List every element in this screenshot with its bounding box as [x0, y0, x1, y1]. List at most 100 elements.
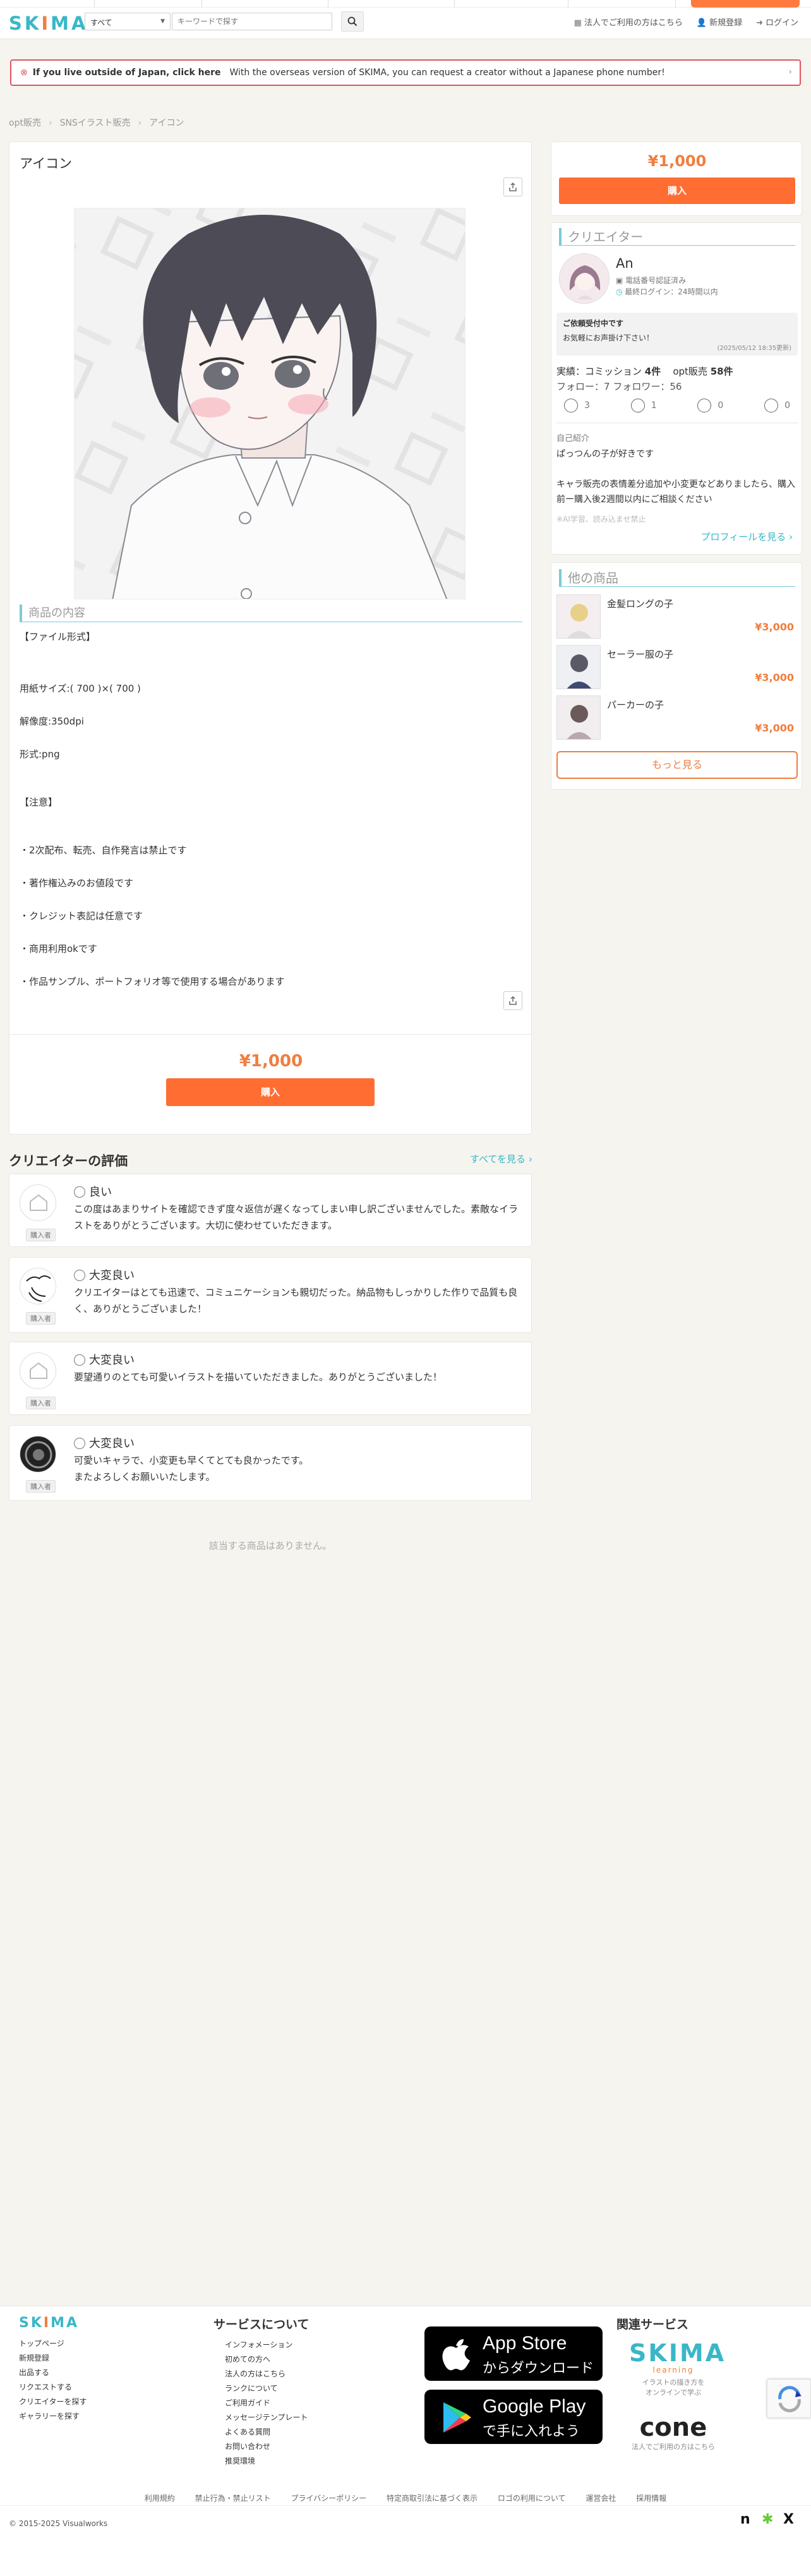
footer-link[interactable]: メッセージテンプレート	[225, 2410, 308, 2425]
footer-link[interactable]: ギャラリーを探す	[19, 2409, 87, 2424]
top-nav-tab[interactable]	[455, 0, 568, 8]
reviewer-avatar	[20, 1184, 56, 1221]
corporate-link[interactable]: ▦ 法人でご利用の方はこちら	[574, 16, 683, 28]
breadcrumb-item[interactable]: opt販売	[9, 118, 41, 128]
footer-link[interactable]: お問い合わせ	[225, 2440, 308, 2454]
category-select[interactable]: すべて ▼	[85, 13, 171, 30]
niconico-icon[interactable]: ✱	[762, 2512, 773, 2527]
other-product-item[interactable]: セーラー服の子 ¥3,000	[556, 644, 798, 689]
reviews-see-all-link[interactable]: すべてを見る ›	[470, 1152, 532, 1165]
reviewer-avatar	[20, 1436, 56, 1472]
footer-bottom-link[interactable]: 採用情報	[636, 2494, 666, 2503]
footer-link[interactable]: インフォメーション	[225, 2338, 308, 2352]
side-buy-button[interactable]: 購入	[559, 178, 795, 204]
note-icon[interactable]: n	[740, 2512, 750, 2527]
side-buy-panel: ¥1,000 購入	[551, 141, 802, 216]
review-rating: 大変良い	[74, 1351, 135, 1368]
overseas-notice-banner[interactable]: ⊗ If you live outside of Japan, click he…	[10, 59, 801, 86]
last-login: ◷ 最終ログイン：24時間以内	[616, 287, 718, 296]
footer-link[interactable]: クリエイターを探す	[19, 2395, 87, 2409]
intro-line: キャラ販売の表情差分追加や小変更などありましたら、購入前ー購入後2週間以内にご相…	[556, 479, 795, 505]
buyer-tag: 購入者	[26, 1397, 56, 1409]
footer-links-services: インフォメーション 初めての方へ 法人の方はこちら ランクについて ご利用ガイド…	[225, 2338, 308, 2469]
creator-name[interactable]: An	[616, 256, 634, 271]
breadcrumb: opt販売 › SNSイラスト販売 › アイコン	[9, 118, 184, 128]
footer-link[interactable]: ランクについて	[225, 2381, 308, 2396]
review-card: 購入者 大変良い 要望通りのとても可愛いイラストを描いていただきました。ありがと…	[9, 1342, 532, 1415]
footer-bottom-link[interactable]: ロゴの利用について	[498, 2494, 566, 2503]
reviews-title: クリエイターの評価	[9, 1153, 128, 1169]
search-button[interactable]	[341, 11, 364, 32]
product-price: ¥3,000	[755, 722, 794, 734]
product-thumbnail	[556, 594, 601, 639]
search-icon	[347, 16, 357, 27]
footer-link[interactable]: ご利用ガイド	[225, 2396, 308, 2410]
product-name[interactable]: セーラー服の子	[607, 647, 673, 661]
gplay-sublabel: で手に入れよう	[483, 2423, 580, 2439]
footer-bottom-link[interactable]: プライバシーポリシー	[291, 2494, 366, 2503]
footer-bottom-link[interactable]: 運営会社	[586, 2494, 616, 2503]
related-services-heading: 関連サービス	[616, 2318, 689, 2332]
buy-button[interactable]: 購入	[166, 1078, 375, 1106]
top-nav-tab[interactable]	[95, 0, 202, 8]
cone-logo[interactable]: cone 法人でご利用の方はこちら	[627, 2414, 720, 2452]
x-twitter-icon[interactable]: X	[783, 2512, 794, 2527]
top-nav-tab[interactable]	[568, 0, 676, 8]
rating-good: 1	[623, 399, 664, 412]
google-play-icon	[443, 2402, 471, 2433]
top-nav-tab[interactable]	[0, 0, 95, 8]
top-cta-button[interactable]	[691, 0, 800, 8]
normal-face-icon	[697, 399, 712, 412]
product-price: ¥3,000	[755, 621, 794, 633]
google-play-badge[interactable]: Google Play で手に入れよう	[424, 2390, 603, 2444]
footer-link[interactable]: 初めての方へ	[225, 2352, 308, 2367]
rating-normal: 0	[690, 399, 731, 412]
top-nav-tab[interactable]	[202, 0, 328, 8]
footer-logo[interactable]: SKIMA	[19, 2315, 79, 2331]
skima-learning-logo[interactable]: SKIMA learning イラストの描き方を オンラインで学ぶ	[629, 2340, 724, 2397]
product-name[interactable]: 金髪ロングの子	[607, 597, 673, 610]
skima-logo[interactable]: SKIMA	[9, 13, 88, 34]
breadcrumb-item[interactable]: SNSイラスト販売	[60, 118, 131, 128]
recaptcha-badge[interactable]	[767, 2379, 811, 2418]
review-rating: 良い	[74, 1183, 112, 1200]
smile-face-icon	[74, 1354, 85, 1366]
creator-achievements: 実績：コミッション 4件 opt販売 58件	[556, 366, 733, 377]
other-products-heading: 他の商品	[559, 569, 795, 587]
very-good-face-icon	[564, 399, 578, 412]
footer-link[interactable]: よくある質問	[225, 2425, 308, 2440]
view-profile-link[interactable]: プロフィールを見る ›	[701, 530, 793, 543]
footer-link[interactable]: リクエストする	[19, 2380, 87, 2395]
other-product-item[interactable]: 金髪ロングの子 ¥3,000	[556, 593, 798, 639]
appstore-sublabel: からダウンロード	[483, 2360, 594, 2376]
footer-link[interactable]: 法人の方はこちら	[225, 2367, 308, 2381]
notice-title[interactable]: If you live outside of Japan, click here	[33, 68, 221, 78]
product-image[interactable]	[74, 208, 466, 599]
rating-bad: 0	[757, 399, 798, 412]
note-title: ご依頼受付中です	[563, 319, 624, 328]
footer-bottom-link[interactable]: 利用規約	[145, 2494, 175, 2503]
signup-link[interactable]: 👤 新規登録	[697, 16, 742, 28]
footer-link[interactable]: 出品する	[19, 2366, 87, 2380]
building-icon: ▦	[574, 18, 582, 28]
footer-bottom-link[interactable]: 特定商取引法に基づく表示	[387, 2494, 478, 2503]
footer-bottom-link[interactable]: 禁止行為・禁止リスト	[195, 2494, 271, 2503]
search-input[interactable]	[172, 13, 332, 30]
app-store-badge[interactable]: App Store からダウンロード	[424, 2326, 603, 2381]
product-thumbnail	[556, 645, 601, 689]
description-line: ・2次配布、転売、自作発言は禁止です	[20, 845, 187, 856]
share-button[interactable]	[503, 178, 522, 196]
footer-link[interactable]: 新規登録	[19, 2351, 87, 2366]
top-nav-tab[interactable]	[328, 0, 455, 8]
creator-avatar[interactable]	[559, 253, 610, 304]
product-name[interactable]: パーカーの子	[607, 698, 664, 711]
footer-link[interactable]: 推奨環境	[225, 2454, 308, 2469]
other-product-item[interactable]: パーカーの子 ¥3,000	[556, 694, 798, 740]
product-price: ¥1,000	[239, 1052, 303, 1071]
intro-fade-line: ※AI学習、読み込ませ禁止	[556, 515, 646, 524]
intro-label: 自己紹介	[556, 434, 590, 443]
share-button[interactable]	[503, 991, 522, 1010]
footer-link[interactable]: トップページ	[19, 2337, 87, 2351]
see-more-button[interactable]: もっと見る	[556, 751, 798, 779]
login-link[interactable]: ➜ ログイン	[756, 16, 798, 28]
